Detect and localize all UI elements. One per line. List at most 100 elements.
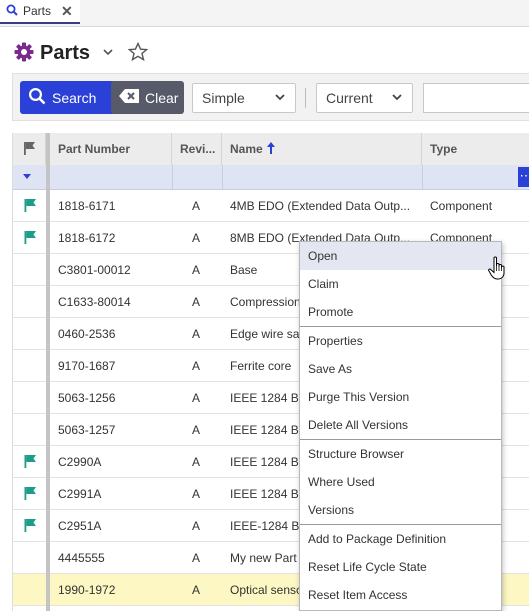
flag-cell[interactable] bbox=[13, 254, 46, 286]
flag-icon bbox=[23, 454, 37, 471]
revision-cell: A bbox=[192, 391, 201, 405]
menu-item-delete-all-versions[interactable]: Delete All Versions bbox=[300, 411, 501, 439]
menu-item-properties[interactable]: Properties bbox=[300, 327, 501, 355]
chevron-down-icon bbox=[274, 90, 286, 106]
flag-cell[interactable] bbox=[13, 542, 46, 574]
part-number-cell: 0460-2536 bbox=[58, 327, 116, 341]
part-number-cell: 1818-6171 bbox=[58, 199, 116, 213]
version-value: Current bbox=[326, 90, 373, 106]
filter-type[interactable] bbox=[422, 165, 529, 189]
caret-down-icon bbox=[23, 174, 31, 179]
flag-icon bbox=[23, 518, 37, 535]
column-header-name-label: Name bbox=[230, 142, 263, 156]
page-title: Parts bbox=[40, 41, 91, 64]
menu-item-versions[interactable]: Versions bbox=[300, 496, 501, 524]
column-header-revision[interactable]: Revi... bbox=[172, 133, 222, 165]
revision-cell: A bbox=[192, 359, 201, 373]
menu-item-reset-item-access[interactable]: Reset Item Access bbox=[300, 581, 501, 609]
part-number-cell: 4445555 bbox=[58, 551, 105, 565]
flag-cell[interactable] bbox=[13, 510, 46, 542]
filter-revision[interactable] bbox=[172, 165, 223, 189]
menu-item-structure-browser[interactable]: Structure Browser bbox=[300, 440, 501, 468]
grid-header: Part Number Revi... Name Type bbox=[13, 133, 529, 166]
menu-item-purge-this-version[interactable]: Purge This Version bbox=[300, 383, 501, 411]
search-button-label: Search bbox=[52, 89, 97, 106]
flag-cell[interactable] bbox=[13, 318, 46, 350]
flag-cell[interactable] bbox=[13, 222, 46, 254]
flag-column-header[interactable] bbox=[13, 133, 46, 165]
table-row[interactable]: 1818-6171 A 4MB EDO (Extended Data Outp...… bbox=[13, 190, 529, 222]
revision-cell: A bbox=[192, 583, 201, 597]
menu-item-add-to-package-definition[interactable]: Add to Package Definition bbox=[300, 525, 501, 553]
revision-cell: A bbox=[192, 263, 201, 277]
revision-cell: A bbox=[192, 487, 201, 501]
revision-cell: A bbox=[192, 423, 201, 437]
chevron-down-icon[interactable] bbox=[102, 46, 114, 61]
part-number-cell: C3801-00012 bbox=[58, 263, 131, 277]
flag-cell[interactable] bbox=[13, 574, 46, 606]
revision-cell: A bbox=[192, 519, 201, 533]
filter-name[interactable] bbox=[222, 165, 423, 189]
column-header-part-number[interactable]: Part Number bbox=[50, 133, 172, 165]
sort-ascending-icon bbox=[266, 141, 275, 157]
menu-item-reset-life-cycle-state[interactable]: Reset Life Cycle State bbox=[300, 553, 501, 581]
part-number-cell: C2990A bbox=[58, 455, 102, 469]
column-header-name[interactable]: Name bbox=[222, 133, 422, 165]
search-icon bbox=[6, 4, 18, 19]
menu-item-claim[interactable]: Claim bbox=[300, 270, 501, 298]
tab-label: Parts bbox=[23, 4, 52, 18]
menu-item-save-as[interactable]: Save As bbox=[300, 355, 501, 383]
search-mode-value: Simple bbox=[202, 90, 245, 106]
flag-cell[interactable] bbox=[13, 350, 46, 382]
filter-toggle[interactable] bbox=[13, 165, 47, 189]
hand-cursor-icon bbox=[488, 256, 506, 283]
search-icon bbox=[28, 87, 46, 108]
gear-icon bbox=[14, 42, 34, 65]
context-menu: Open Claim Promote Properties Save As Purge T… bbox=[299, 241, 502, 611]
close-icon[interactable]: ✕ bbox=[61, 3, 73, 20]
column-header-type[interactable]: Type bbox=[422, 133, 529, 165]
toolbar-divider bbox=[305, 88, 306, 108]
flag-cell[interactable] bbox=[13, 382, 46, 414]
flag-cell[interactable] bbox=[13, 446, 46, 478]
menu-item-open[interactable]: Open bbox=[300, 242, 501, 270]
filter-row: ⋯ bbox=[13, 165, 529, 190]
part-number-cell: C1633-80014 bbox=[58, 295, 131, 309]
menu-item-where-used[interactable]: Where Used bbox=[300, 468, 501, 496]
search-input[interactable] bbox=[423, 83, 529, 113]
revision-cell: A bbox=[192, 295, 201, 309]
flag-cell[interactable] bbox=[13, 414, 46, 446]
column-resize-gutter[interactable] bbox=[46, 133, 50, 611]
revision-cell: A bbox=[192, 231, 201, 245]
part-number-cell: 5063-1257 bbox=[58, 423, 116, 437]
revision-cell: A bbox=[192, 455, 201, 469]
name-cell: 4MB EDO (Extended Data Outp... bbox=[230, 199, 411, 213]
clear-button[interactable]: Clear bbox=[111, 81, 184, 114]
search-button[interactable]: Search bbox=[20, 81, 116, 114]
revision-cell: A bbox=[192, 199, 201, 213]
flag-cell[interactable] bbox=[13, 478, 46, 510]
flag-icon bbox=[23, 486, 37, 503]
search-toolbar: Search Clear Simple Current bbox=[12, 73, 529, 121]
part-number-cell: 9170-1687 bbox=[58, 359, 116, 373]
revision-cell: A bbox=[192, 327, 201, 341]
part-number-cell: 1990-1972 bbox=[58, 583, 116, 597]
filter-part-number[interactable] bbox=[50, 165, 173, 189]
part-number-cell: 5063-1256 bbox=[58, 391, 116, 405]
star-icon[interactable] bbox=[127, 41, 149, 65]
flag-icon bbox=[22, 141, 36, 158]
flag-icon bbox=[23, 198, 37, 215]
menu-item-promote[interactable]: Promote bbox=[300, 298, 501, 326]
more-options-icon[interactable]: ⋯ bbox=[518, 167, 529, 187]
flag-cell[interactable] bbox=[13, 286, 46, 318]
tab-parts[interactable]: Parts ✕ bbox=[0, 0, 80, 24]
version-select[interactable]: Current bbox=[316, 83, 413, 113]
clear-button-label: Clear bbox=[145, 89, 179, 106]
flag-cell[interactable] bbox=[13, 190, 46, 222]
tab-strip: Parts ✕ bbox=[0, 0, 529, 27]
page-header: Parts bbox=[14, 40, 149, 66]
clear-icon bbox=[119, 89, 139, 106]
search-mode-select[interactable]: Simple bbox=[192, 83, 296, 113]
part-number-cell: 1818-6172 bbox=[58, 231, 116, 245]
chevron-down-icon bbox=[391, 90, 403, 106]
